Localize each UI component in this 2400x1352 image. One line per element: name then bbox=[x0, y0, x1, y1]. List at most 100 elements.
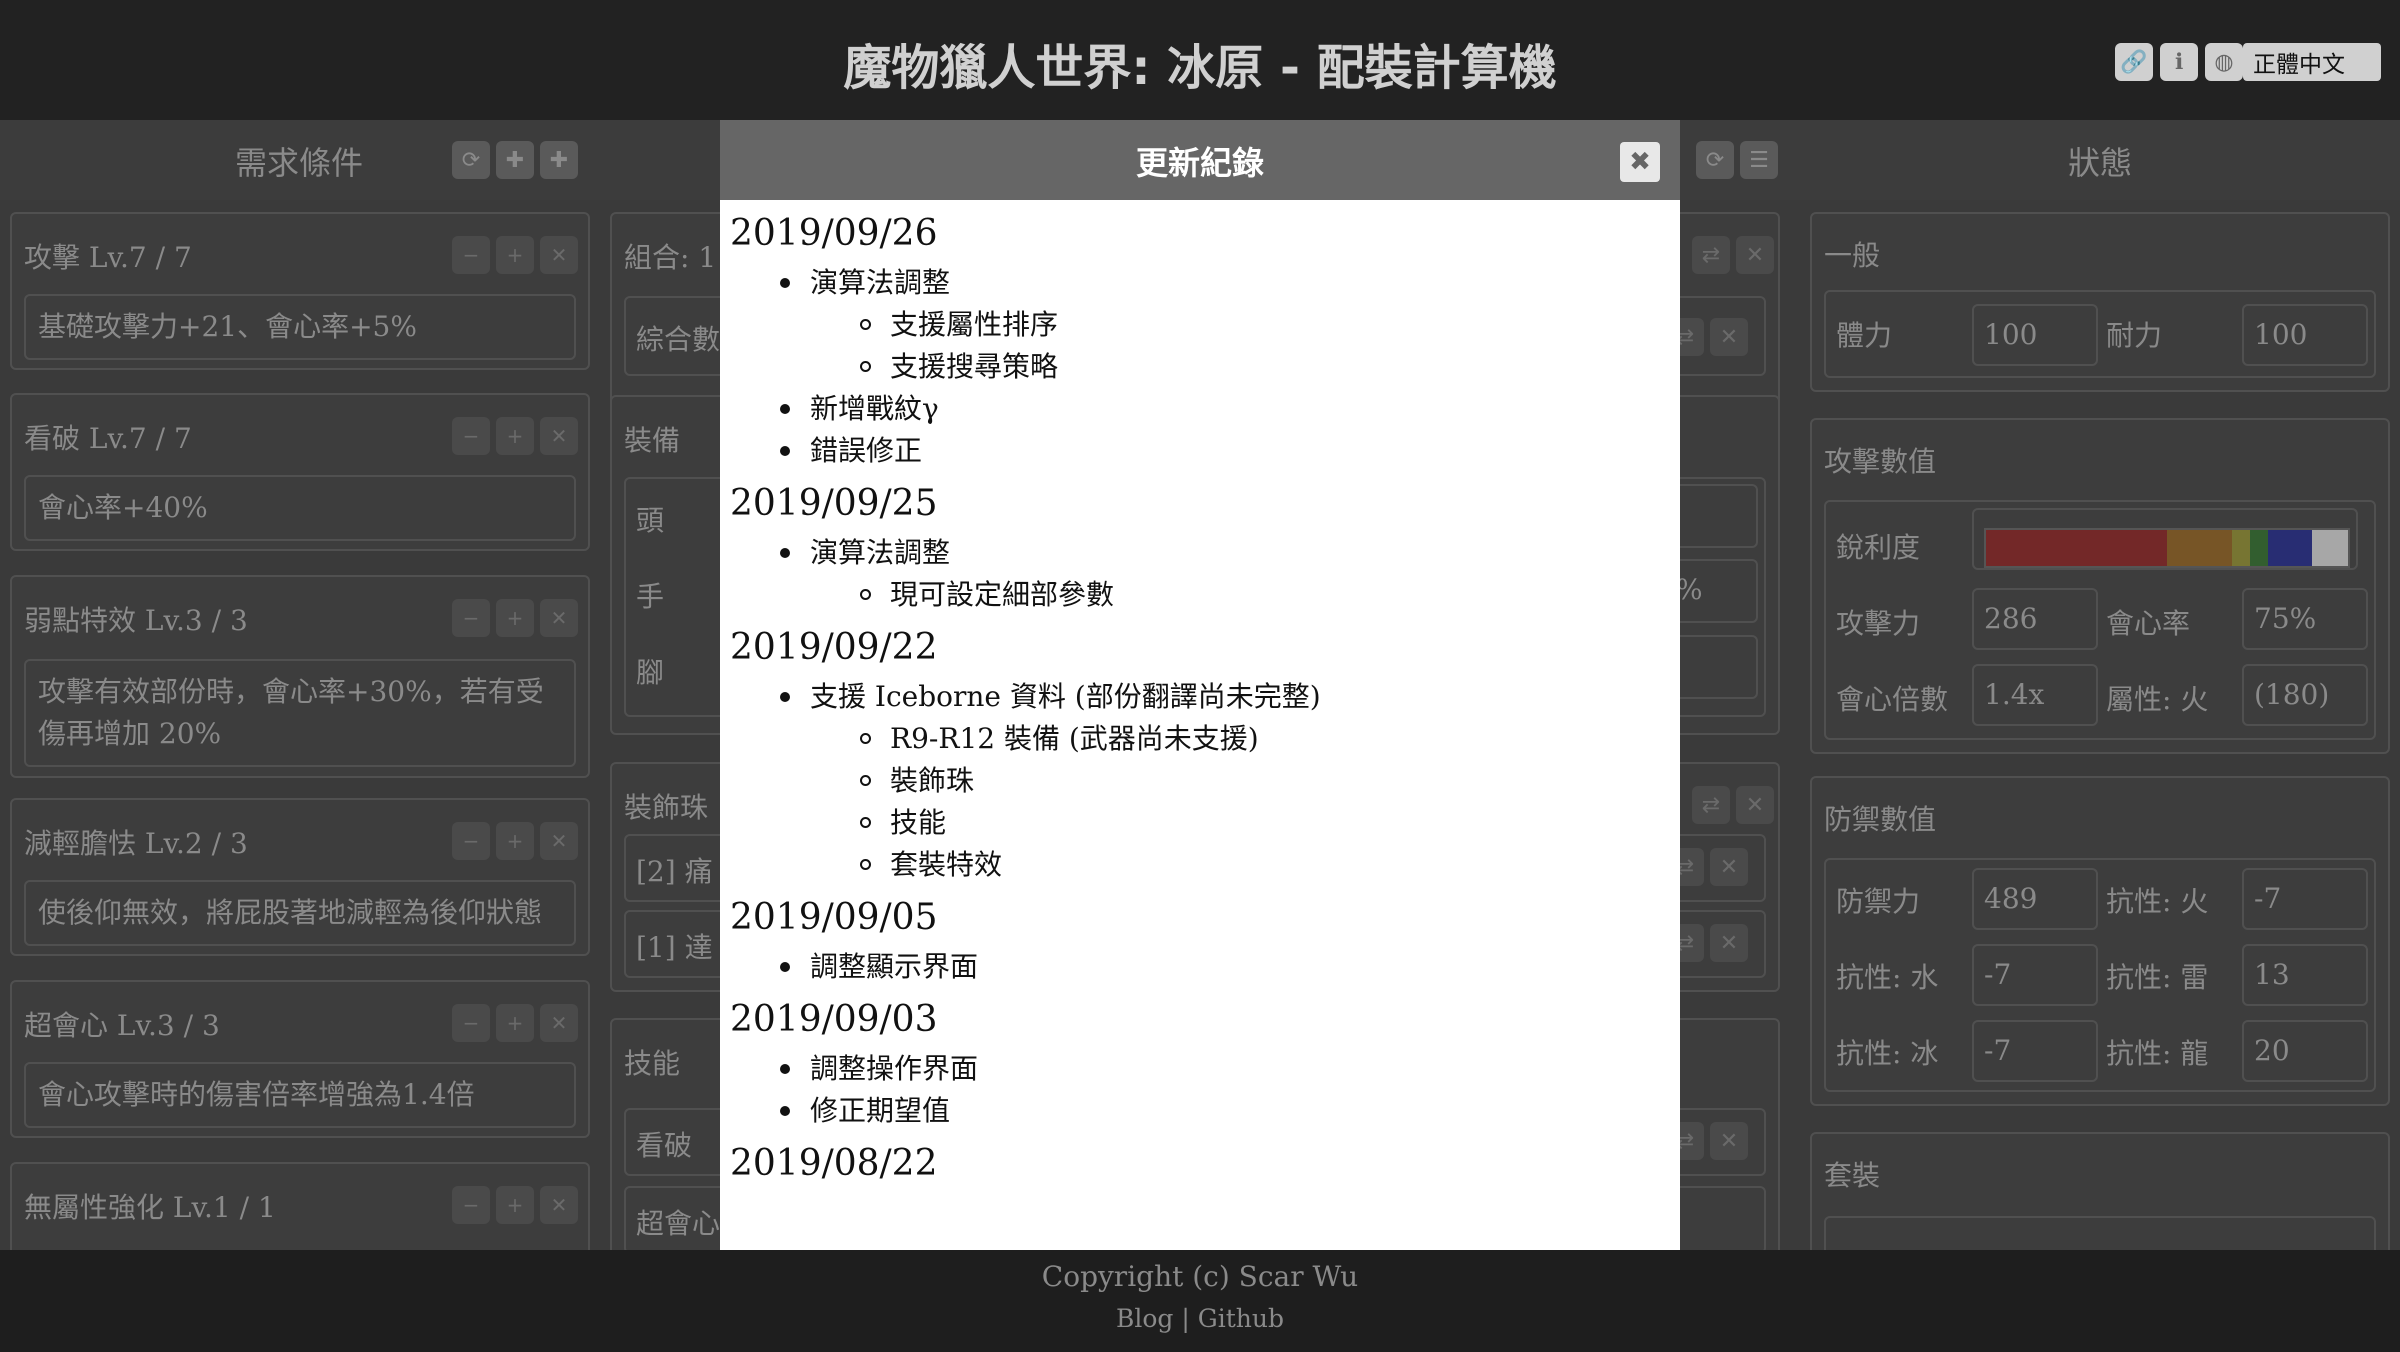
github-link[interactable]: Github bbox=[1198, 1304, 1284, 1333]
close-icon[interactable]: ✕ bbox=[1736, 786, 1774, 824]
changelog-item: 演算法調整 bbox=[730, 532, 1670, 574]
close-icon[interactable]: ✕ bbox=[540, 1186, 578, 1224]
plus-icon[interactable]: + bbox=[496, 1004, 534, 1042]
sharpness-segment bbox=[2268, 530, 2312, 566]
changelog-subitem: 支援屬性排序 bbox=[730, 304, 1670, 346]
link-icon[interactable]: 🔗 bbox=[2115, 43, 2153, 81]
close-icon[interactable]: ✕ bbox=[1710, 318, 1748, 356]
plus-icon[interactable]: + bbox=[496, 236, 534, 274]
skill-card: 看破 Lv.7 / 7 − + ✕ 會心率+40% bbox=[10, 393, 590, 551]
circle-bullet-icon bbox=[860, 733, 871, 744]
skill-item: 超會心 bbox=[636, 1207, 721, 1240]
right-panel-title: 狀態 bbox=[2068, 144, 2133, 182]
plus-icon[interactable]: + bbox=[496, 1186, 534, 1224]
close-icon[interactable]: ✕ bbox=[1736, 236, 1774, 274]
skill-desc: 攻擊有效部份時，會心率+30%，若有受傷再增加 20% bbox=[24, 659, 576, 767]
element-value: (180) bbox=[2242, 664, 2368, 726]
changelog-date: 2019/09/03 bbox=[730, 999, 938, 1040]
sharpness-segment bbox=[2167, 530, 2233, 566]
close-icon[interactable]: ✕ bbox=[540, 599, 578, 637]
changelog-item: 修正期望值 bbox=[730, 1090, 1670, 1132]
sharpness-segment bbox=[2250, 530, 2269, 566]
skill-name: 無屬性強化 Lv.1 / 1 bbox=[24, 1191, 276, 1224]
summary-label: 綜合數 bbox=[636, 323, 721, 356]
bullet-icon bbox=[780, 446, 790, 456]
changelog-item: 演算法調整 bbox=[730, 262, 1670, 304]
deco-label: 裝飾珠 bbox=[624, 791, 709, 824]
link-separator: | bbox=[1181, 1304, 1190, 1333]
minus-icon[interactable]: − bbox=[452, 822, 490, 860]
changelog-subitem: 現可設定細部參數 bbox=[730, 574, 1670, 616]
plus-icon[interactable]: + bbox=[496, 417, 534, 455]
sharpness-segment bbox=[1986, 530, 2167, 566]
crit-value: 75% bbox=[2242, 588, 2368, 650]
swap-icon[interactable]: ⇄ bbox=[1692, 236, 1730, 274]
globe-icon[interactable]: ◍ bbox=[2205, 43, 2243, 81]
water-res-value: -7 bbox=[1972, 944, 2098, 1006]
dragon-res-label: 抗性: 龍 bbox=[2106, 1037, 2209, 1070]
minus-icon[interactable]: − bbox=[452, 236, 490, 274]
changelog-item: 錯誤修正 bbox=[730, 430, 1670, 472]
copyright: Copyright (c) Scar Wu bbox=[1041, 1260, 1359, 1293]
head-label: 頭 bbox=[636, 504, 665, 537]
close-icon[interactable]: ✖ bbox=[1620, 142, 1660, 182]
skill-card: 減輕膽怯 Lv.2 / 3 − + ✕ 使後仰無效，將屁股著地減輕為後仰狀態 bbox=[10, 798, 590, 956]
modal-title: 更新紀錄 bbox=[1135, 144, 1264, 182]
swap-icon[interactable]: ⇄ bbox=[1692, 786, 1730, 824]
skill-item: 看破 bbox=[636, 1129, 693, 1162]
refresh-icon[interactable]: ⟳ bbox=[1696, 141, 1734, 179]
close-icon[interactable]: ✕ bbox=[540, 236, 578, 274]
crit-mult-label: 會心倍數 bbox=[1836, 683, 1949, 716]
plus-icon[interactable]: + bbox=[496, 822, 534, 860]
plus-icon[interactable]: + bbox=[496, 599, 534, 637]
close-icon[interactable]: ✕ bbox=[1710, 1122, 1748, 1160]
changelog-item: 調整操作界面 bbox=[730, 1048, 1670, 1090]
changelog-subitem: 支援搜尋策略 bbox=[730, 346, 1670, 388]
hand-label: 手 bbox=[636, 580, 665, 613]
thunder-res-label: 抗性: 雷 bbox=[2106, 961, 2209, 994]
set-title: 套裝 bbox=[1824, 1159, 1881, 1192]
close-icon[interactable]: ✕ bbox=[1710, 848, 1748, 886]
bullet-icon bbox=[780, 692, 790, 702]
close-icon[interactable]: ✕ bbox=[540, 1004, 578, 1042]
hp-label: 體力 bbox=[1836, 319, 1893, 352]
general-title: 一般 bbox=[1824, 239, 1881, 272]
refresh-icon[interactable]: ⟳ bbox=[452, 141, 490, 179]
minus-icon[interactable]: − bbox=[452, 417, 490, 455]
sharpness-label: 銳利度 bbox=[1836, 531, 1921, 564]
general-card: 一般 體力 100 耐力 100 bbox=[1810, 212, 2390, 392]
set-card: 套裝 bbox=[1810, 1132, 2390, 1276]
changelog-date: 2019/09/05 bbox=[730, 897, 938, 938]
blog-link[interactable]: Blog bbox=[1116, 1304, 1173, 1333]
bullet-icon bbox=[780, 548, 790, 558]
changelog-item: 支援 Iceborne 資料 (部份翻譯尚未完整) bbox=[730, 676, 1670, 718]
skill-desc: 會心攻擊時的傷害倍率增強為1.4倍 bbox=[24, 1062, 576, 1128]
footer-links: Blog | Github bbox=[0, 1304, 2400, 1333]
minus-icon[interactable]: − bbox=[452, 1004, 490, 1042]
info-icon[interactable]: ℹ bbox=[2160, 43, 2198, 81]
skill-summary-label: 技能 bbox=[624, 1047, 681, 1080]
add-icon[interactable]: ✚ bbox=[496, 141, 534, 179]
language-select[interactable]: 正體中文 bbox=[2243, 43, 2381, 81]
list-icon[interactable]: ☰ bbox=[1740, 141, 1778, 179]
minus-icon[interactable]: − bbox=[452, 599, 490, 637]
close-icon[interactable]: ✕ bbox=[1710, 924, 1748, 962]
circle-bullet-icon bbox=[860, 589, 871, 600]
changelog-body[interactable]: 2019/09/26 演算法調整 支援屬性排序 支援搜尋策略 新增戰紋γ 錯誤修正 2019… bbox=[720, 200, 1680, 1250]
changelog-date: 2019/09/25 bbox=[730, 483, 938, 524]
stamina-value: 100 bbox=[2242, 304, 2368, 366]
deco-item: [1] 達 bbox=[636, 931, 713, 964]
minus-icon[interactable]: − bbox=[452, 1186, 490, 1224]
sharpness-segment bbox=[2232, 530, 2251, 566]
sharpness-bar bbox=[1972, 508, 2358, 570]
attack-title: 攻擊數值 bbox=[1824, 445, 1937, 478]
right-panel-header: ⟳ ☰ 狀態 bbox=[1680, 120, 2400, 200]
add-set-icon[interactable]: ✚ bbox=[540, 141, 578, 179]
changelog-item: 調整顯示界面 bbox=[730, 946, 1670, 988]
close-icon[interactable]: ✕ bbox=[540, 822, 578, 860]
attack-card: 攻擊數值 銳利度 攻擊力 286 會心率 75% 會心倍數 1.4x 屬性: 火… bbox=[1810, 418, 2390, 754]
skill-name: 減輕膽怯 Lv.2 / 3 bbox=[24, 827, 248, 860]
skill-card: 超會心 Lv.3 / 3 − + ✕ 會心攻擊時的傷害倍率增強為1.4倍 bbox=[10, 980, 590, 1138]
close-icon[interactable]: ✕ bbox=[540, 417, 578, 455]
skill-name: 超會心 Lv.3 / 3 bbox=[24, 1009, 220, 1042]
